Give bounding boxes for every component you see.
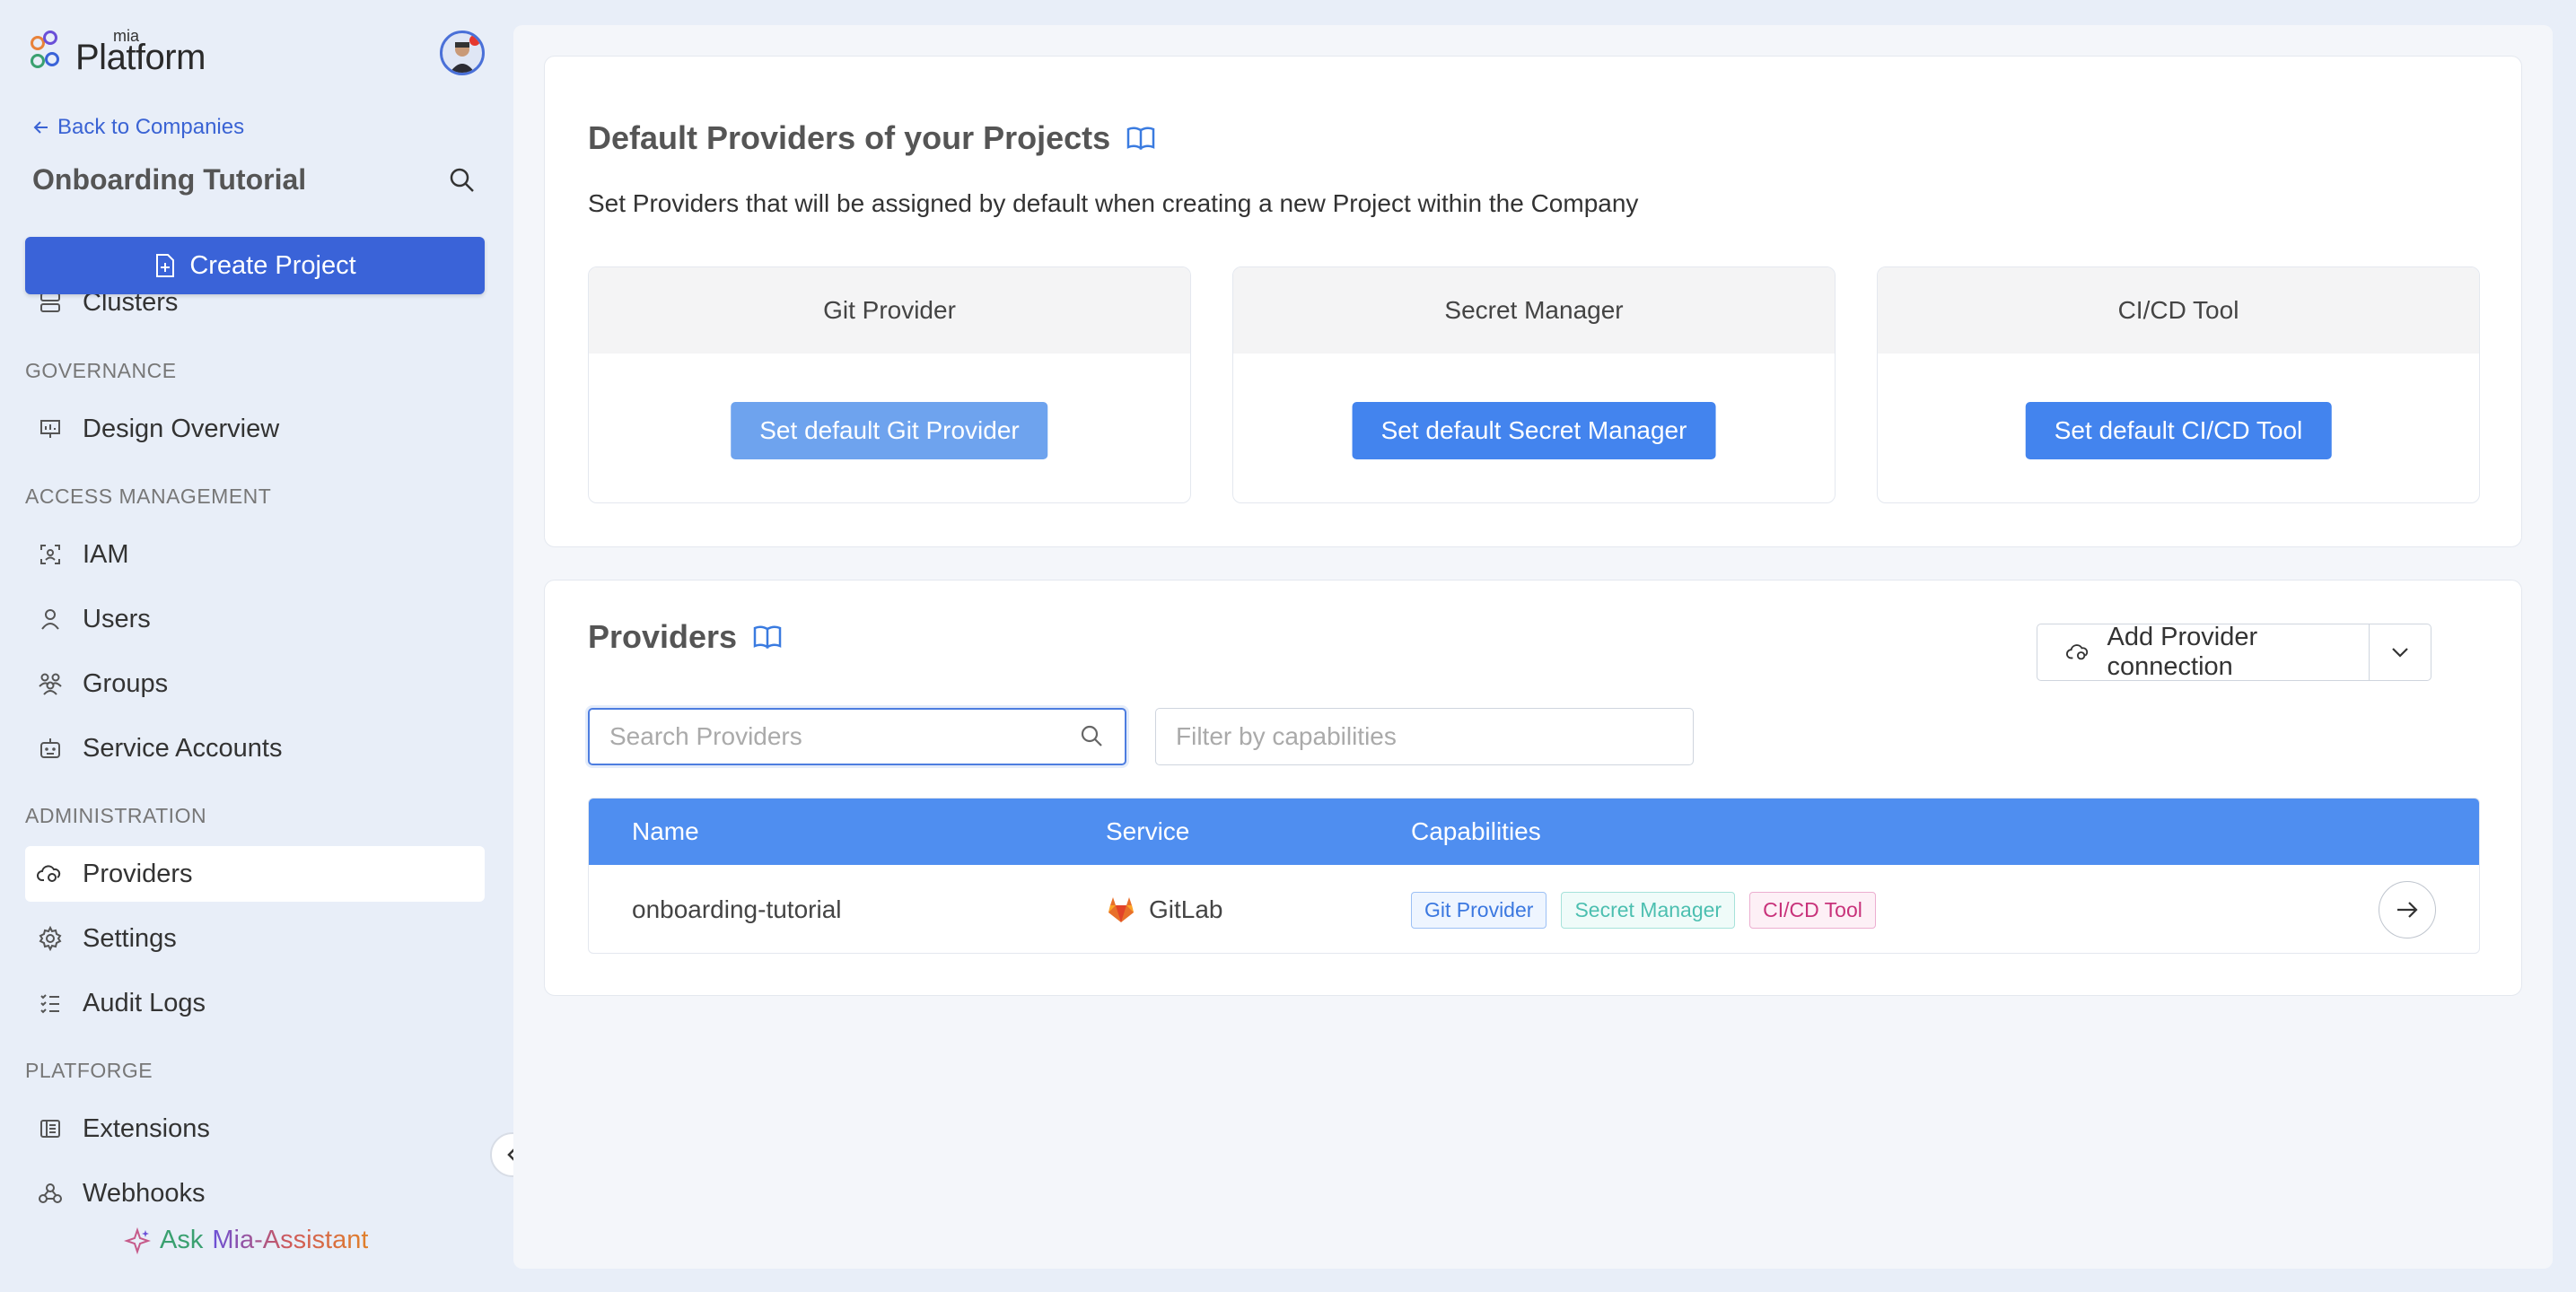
add-provider-label: Add Provider connection <box>2107 623 2258 681</box>
logo-text: Platform <box>75 38 206 77</box>
default-providers-title-row: Default Providers of your Projects <box>588 119 1155 157</box>
secret-manager-header: Secret Manager <box>1233 267 1835 354</box>
create-project-label: Create Project <box>189 250 356 280</box>
search-icon <box>1081 725 1102 746</box>
set-default-git-provider-button[interactable]: Set default Git Provider <box>731 402 1048 459</box>
providers-card: Providers Add Provider connection Name S… <box>544 580 2522 996</box>
sidebar-item-design-overview[interactable]: Design Overview <box>25 401 485 457</box>
open-provider-button[interactable] <box>2379 881 2436 938</box>
sidebar-item-label: Service Accounts <box>83 733 283 763</box>
chevron-down-icon <box>2392 648 2408 658</box>
search-providers-input[interactable] <box>609 722 1080 751</box>
back-to-companies-link[interactable]: Back to Companies <box>32 115 244 140</box>
face-scan-icon <box>36 540 65 569</box>
back-label: Back to Companies <box>57 115 245 139</box>
section-governance: GOVERNANCE <box>25 359 177 382</box>
sidebar-item-label: Users <box>83 604 151 633</box>
ask-assistant-name: Mia-Assistant <box>212 1226 369 1254</box>
cicd-tool-header: CI/CD Tool <box>1878 267 2479 354</box>
user-avatar[interactable] <box>440 31 485 75</box>
table-row[interactable]: onboarding-tutorial GitLab Git Provider … <box>589 865 2479 953</box>
logo-small-text: mia <box>113 27 140 45</box>
sidebar: mia Platform Back to Companies Onboardin… <box>0 0 513 1292</box>
logo-icon <box>31 31 68 75</box>
layout-icon <box>36 1114 65 1143</box>
arrow-right-icon <box>2397 902 2418 918</box>
git-provider-header: Git Provider <box>589 267 1190 354</box>
default-providers-description: Set Providers that will be assigned by d… <box>588 189 1639 217</box>
mia-platform-logo[interactable]: mia Platform <box>31 27 206 77</box>
sidebar-item-label: Audit Logs <box>83 988 206 1017</box>
set-default-cicd-tool-button[interactable]: Set default CI/CD Tool <box>2025 402 2332 459</box>
sidebar-item-label: Groups <box>83 668 169 698</box>
sidebar-item-label: Design Overview <box>83 414 280 443</box>
cloud-gear-icon <box>2066 644 2089 660</box>
checklist-icon <box>36 989 65 1017</box>
add-provider-dropdown-toggle[interactable] <box>2370 646 2431 659</box>
default-providers-card: Default Providers of your Projects Set P… <box>544 56 2522 547</box>
notification-dot <box>469 35 480 46</box>
sidebar-item-service-accounts[interactable]: Service Accounts <box>25 720 485 776</box>
sidebar-item-extensions[interactable]: Extensions <box>25 1101 485 1157</box>
webhook-icon <box>36 1179 65 1208</box>
cloud-gear-icon <box>36 860 65 888</box>
sidebar-item-groups[interactable]: Groups <box>25 656 485 711</box>
gear-icon <box>36 924 65 953</box>
gitlab-icon <box>1108 897 1134 922</box>
sidebar-item-label: Settings <box>83 923 177 953</box>
sidebar-item-providers[interactable]: Providers <box>25 846 485 902</box>
sidebar-item-label: Providers <box>83 859 193 888</box>
filter-capabilities-field[interactable] <box>1155 708 1694 765</box>
add-provider-connection-button[interactable]: Add Provider connection <box>2037 623 2370 681</box>
provider-service: GitLab <box>1106 895 1223 924</box>
section-administration: ADMINISTRATION <box>25 804 207 827</box>
search-providers-field[interactable] <box>588 708 1126 765</box>
capability-tag-cicd-tool: CI/CD Tool <box>1749 891 1876 929</box>
table-header: Name Service Capabilities <box>589 799 2479 865</box>
sidebar-item-audit-logs[interactable]: Audit Logs <box>25 975 485 1031</box>
column-header-name[interactable]: Name <box>632 817 699 846</box>
create-project-button[interactable]: Create Project <box>25 237 485 294</box>
group-icon <box>36 669 65 698</box>
robot-icon <box>36 734 65 763</box>
service-label: GitLab <box>1149 895 1223 923</box>
section-platforge: PLATFORGE <box>25 1059 153 1082</box>
sidebar-item-label: Extensions <box>83 1113 210 1143</box>
sidebar-item-iam[interactable]: IAM <box>25 527 485 582</box>
provider-name: onboarding-tutorial <box>632 895 842 923</box>
sidebar-item-label: Webhooks <box>83 1178 206 1208</box>
documentation-book-icon[interactable] <box>753 624 782 650</box>
user-icon <box>36 605 65 633</box>
sidebar-item-settings[interactable]: Settings <box>25 911 485 966</box>
set-default-secret-manager-button[interactable]: Set default Secret Manager <box>1352 402 1716 459</box>
main-content: Default Providers of your Projects Set P… <box>513 25 2553 1269</box>
ask-prefix: Ask <box>160 1226 204 1254</box>
documentation-book-icon[interactable] <box>1126 126 1155 151</box>
sidebar-item-users[interactable]: Users <box>25 591 485 647</box>
providers-table: Name Service Capabilities onboarding-tut… <box>588 798 2480 954</box>
capability-tag-git-provider: Git Provider <box>1411 891 1547 929</box>
providers-title-row: Providers <box>588 618 782 656</box>
cicd-tool-box: CI/CD Tool Set default CI/CD Tool <box>1877 266 2480 503</box>
providers-title: Providers <box>588 618 738 655</box>
filter-capabilities-input[interactable] <box>1176 722 1673 751</box>
company-name: Onboarding Tutorial <box>32 163 307 196</box>
column-header-capabilities[interactable]: Capabilities <box>1411 817 1541 846</box>
page-title: Default Providers of your Projects <box>588 119 1111 156</box>
presentation-icon <box>36 415 65 443</box>
search-icon[interactable] <box>447 165 478 196</box>
capability-tags: Git Provider Secret Manager CI/CD Tool <box>1411 891 1876 929</box>
section-access-management: ACCESS MANAGEMENT <box>25 484 272 508</box>
new-file-icon <box>156 254 175 277</box>
sidebar-item-webhooks[interactable]: Webhooks <box>25 1165 485 1221</box>
arrow-left-icon <box>33 121 48 134</box>
add-provider-connection-split-button: Add Provider connection <box>2037 623 2431 681</box>
secret-manager-box: Secret Manager Set default Secret Manage… <box>1232 266 1836 503</box>
git-provider-box: Git Provider Set default Git Provider <box>588 266 1191 503</box>
column-header-service[interactable]: Service <box>1106 817 1189 846</box>
capability-tag-secret-manager: Secret Manager <box>1561 891 1736 929</box>
sidebar-item-label: IAM <box>83 539 129 569</box>
sparkle-icon <box>124 1227 151 1254</box>
ask-mia-assistant-button[interactable]: Ask Mia-Assistant <box>124 1226 368 1255</box>
